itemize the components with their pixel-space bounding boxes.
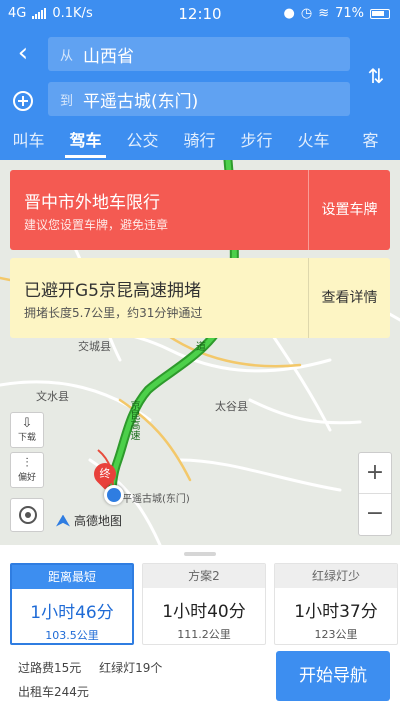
end-marker-label: 终 (99, 467, 111, 480)
tab-train[interactable]: 火车 (285, 126, 342, 160)
set-plate-button[interactable]: 设置车牌 (308, 170, 390, 250)
preference-label: 偏好 (17, 473, 36, 483)
tab-walk[interactable]: 步行 (228, 126, 285, 160)
status-bar: 4G 0.1K/s 12:10 ● ◷ ≋ 71% (0, 0, 400, 28)
label-jiaocheng: 交城县 (78, 340, 111, 353)
tab-drive[interactable]: 驾车 (57, 126, 114, 160)
taxi-fare-info: 出租车244元 (18, 685, 89, 699)
current-location-dot (104, 485, 124, 505)
label-highway: 京昆高速 (128, 400, 139, 440)
plan-time: 1小时40分 (162, 602, 246, 622)
zoom-controls: + − (358, 452, 392, 536)
label-wenshui: 文水县 (36, 390, 69, 403)
plan-header: 距离最短 (12, 565, 132, 589)
route-sheet: 距离最短 1小时46分 103.5公里 方案2 1小时40分 111.2公里 红… (0, 545, 400, 711)
plan-time: 1小时46分 (30, 603, 114, 623)
zoom-in-button[interactable]: + (359, 453, 391, 494)
location-status-icon: ● (283, 6, 295, 21)
add-waypoint-button[interactable] (8, 86, 38, 116)
tab-taxi[interactable]: 叫车 (0, 126, 57, 160)
plan-card-3[interactable]: 红绿灯少 1小时37分 123公里 (274, 563, 398, 645)
battery-icon (370, 8, 390, 19)
restriction-title: 晋中市外地车限行 (24, 193, 160, 213)
crosshair-icon (19, 506, 37, 524)
download-icon: ⇩ (21, 416, 33, 431)
plan-time: 1小时37分 (294, 602, 378, 622)
swap-icon: ⇅ (367, 64, 385, 88)
plan-distance: 111.2公里 (177, 628, 231, 641)
status-right: ● ◷ ≋ 71% (283, 6, 390, 21)
origin-tag: 从 (60, 48, 74, 64)
traffic-lights-info: 红绿灯19个 (99, 661, 163, 675)
destination-value: 平遥古城(东门) (83, 91, 199, 112)
view-details-button[interactable]: 查看详情 (308, 258, 390, 338)
tab-ride[interactable]: 骑行 (171, 126, 228, 160)
tab-coach[interactable]: 客 (342, 126, 399, 160)
origin-field[interactable]: 从 山西省 (48, 37, 350, 71)
trip-info-row-1: 过路费15元 红绿灯19个 (18, 659, 176, 676)
chevron-left-icon: ‹ (17, 38, 29, 68)
download-button[interactable]: ⇩ 下载 (10, 412, 44, 448)
drag-handle[interactable] (184, 552, 216, 556)
sliders-icon: ⫶ (25, 456, 29, 471)
route-header: 4G 0.1K/s 12:10 ● ◷ ≋ 71% ‹ 从 山西省 到 平遥古城… (0, 0, 400, 160)
trip-info-row-2: 出租车244元 (18, 683, 103, 700)
alarm-icon: ◷ (300, 6, 313, 21)
battery-label: 71% (335, 6, 364, 21)
locate-button[interactable] (10, 498, 44, 532)
plan-card-2[interactable]: 方案2 1小时40分 111.2公里 (142, 563, 266, 645)
plan-distance: 103.5公里 (45, 629, 99, 642)
amap-logo-icon (56, 514, 70, 527)
map-logo: 高德地图 (56, 512, 122, 529)
destination-tag: 到 (60, 93, 74, 109)
restriction-alert[interactable]: 晋中市外地车限行 建议您设置车牌，避免违章 设置车牌 (10, 170, 390, 250)
download-label: 下载 (17, 433, 36, 443)
wifi-icon: ≋ (318, 6, 330, 21)
label-taigu: 太谷县 (215, 400, 248, 413)
plus-circle-icon (13, 91, 33, 111)
label-destination: 平遥古城(东门) (122, 494, 190, 505)
restriction-subtitle: 建议您设置车牌，避免违章 (24, 218, 169, 232)
swap-route-button[interactable]: ⇅ (362, 62, 390, 90)
logo-text: 高德地图 (74, 514, 123, 528)
label-highway-top: 道 (196, 342, 206, 353)
toll-info: 过路费15元 (18, 661, 82, 675)
plan-header: 方案2 (143, 564, 265, 588)
plan-card-1[interactable]: 距离最短 1小时46分 103.5公里 (10, 563, 134, 645)
traffic-subtitle: 拥堵长度5.7公里，约31分钟通过 (24, 306, 203, 320)
plan-distance: 123公里 (314, 628, 358, 641)
zoom-out-button[interactable]: − (359, 494, 391, 535)
transport-tabs: 叫车 驾车 公交 骑行 步行 火车 客 (0, 126, 400, 160)
origin-value: 山西省 (83, 46, 135, 67)
destination-field[interactable]: 到 平遥古城(东门) (48, 82, 350, 116)
start-navigation-button[interactable]: 开始导航 (276, 651, 390, 701)
back-button[interactable]: ‹ (8, 38, 38, 68)
tab-transit[interactable]: 公交 (114, 126, 171, 160)
traffic-title: 已避开G5京昆高速拥堵 (24, 281, 201, 301)
preference-button[interactable]: ⫶ 偏好 (10, 452, 44, 488)
plan-header: 红绿灯少 (275, 564, 397, 588)
traffic-alert[interactable]: 已避开G5京昆高速拥堵 拥堵长度5.7公里，约31分钟通过 查看详情 (10, 258, 390, 338)
